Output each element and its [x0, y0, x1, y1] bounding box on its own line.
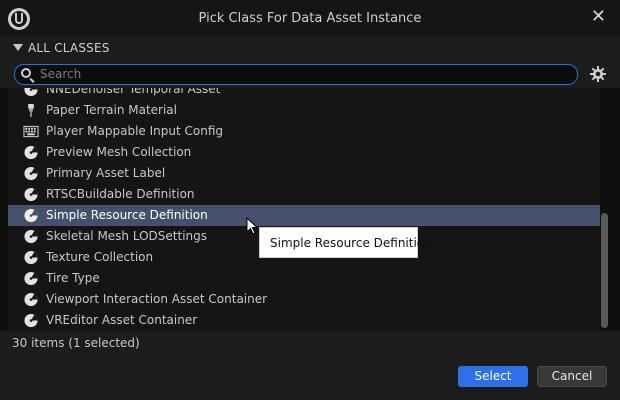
list-item-label: Tire Type — [46, 271, 100, 285]
list-item[interactable]: Tire Type — [8, 268, 600, 289]
data-asset-icon — [24, 250, 38, 265]
list-item-label: Paper Terrain Material — [46, 103, 177, 117]
tooltip-text: Simple Resource Definition — [270, 236, 432, 250]
list-item-selected[interactable]: Simple Resource Definition — [8, 205, 600, 226]
search-icon — [21, 68, 31, 78]
list-item-label: RTSCBuildable Definition — [46, 187, 195, 201]
list-item-label: Simple Resource Definition — [46, 208, 208, 222]
data-asset-icon — [24, 208, 38, 223]
data-asset-icon — [24, 187, 38, 202]
list-item-label: Primary Asset Label — [46, 166, 166, 180]
list-item[interactable]: VREditor Asset Container — [8, 310, 600, 331]
list-item-label: Player Mappable Input Config — [46, 124, 223, 138]
list-item[interactable]: Preview Mesh Collection — [8, 142, 600, 163]
list-item[interactable]: Paper Terrain Material — [8, 100, 600, 121]
data-asset-icon — [24, 229, 38, 244]
list-item-label: Viewport Interaction Asset Container — [46, 292, 268, 306]
data-asset-icon — [24, 313, 38, 328]
list-item[interactable]: Player Mappable Input Config — [8, 121, 600, 142]
close-icon[interactable]: ✕ — [591, 6, 606, 27]
item-count: 30 items (1 selected) — [12, 336, 140, 350]
data-asset-icon — [24, 145, 38, 160]
keyboard-icon — [23, 125, 39, 138]
data-asset-icon — [24, 292, 38, 307]
data-asset-icon — [24, 166, 38, 181]
search-input[interactable] — [40, 66, 560, 82]
list-item[interactable]: Viewport Interaction Asset Container — [8, 289, 600, 310]
list-item-label: NNEDenoiser Temporal Asset — [46, 88, 221, 96]
data-asset-icon — [24, 88, 38, 97]
collapse-triangle-icon[interactable] — [13, 44, 23, 51]
tooltip: Simple Resource Definition — [259, 227, 432, 258]
paper-terrain-icon — [28, 103, 34, 118]
class-list[interactable]: NNEDenoiser Temporal Asset Paper Terrain… — [8, 88, 600, 331]
title-bar: Pick Class For Data Asset Instance ✕ — [0, 0, 620, 36]
dialog-footer: Select Cancel — [0, 355, 620, 400]
select-button[interactable]: Select — [458, 366, 528, 387]
status-bar: 30 items (1 selected) — [0, 331, 620, 355]
list-item-label: Texture Collection — [46, 250, 154, 264]
scrollbar-thumb[interactable] — [601, 213, 608, 328]
search-box[interactable] — [14, 64, 578, 85]
list-item[interactable]: NNEDenoiser Temporal Asset — [8, 88, 600, 100]
list-item-label: VREditor Asset Container — [46, 313, 198, 327]
all-classes-header[interactable]: ALL CLASSES — [0, 36, 620, 60]
list-item[interactable]: RTSCBuildable Definition — [8, 184, 600, 205]
unreal-logo-mark — [15, 13, 23, 24]
data-asset-icon — [24, 271, 38, 286]
list-item[interactable]: Primary Asset Label — [8, 163, 600, 184]
search-row — [0, 60, 620, 88]
list-item-label: Skeletal Mesh LODSettings — [46, 229, 208, 243]
mouse-cursor-icon — [246, 217, 259, 235]
all-classes-label: ALL CLASSES — [28, 41, 110, 55]
window-title: Pick Class For Data Asset Instance — [198, 11, 422, 26]
list-item-label: Preview Mesh Collection — [46, 145, 192, 159]
gear-icon[interactable] — [590, 66, 606, 82]
cancel-button[interactable]: Cancel — [537, 366, 607, 387]
